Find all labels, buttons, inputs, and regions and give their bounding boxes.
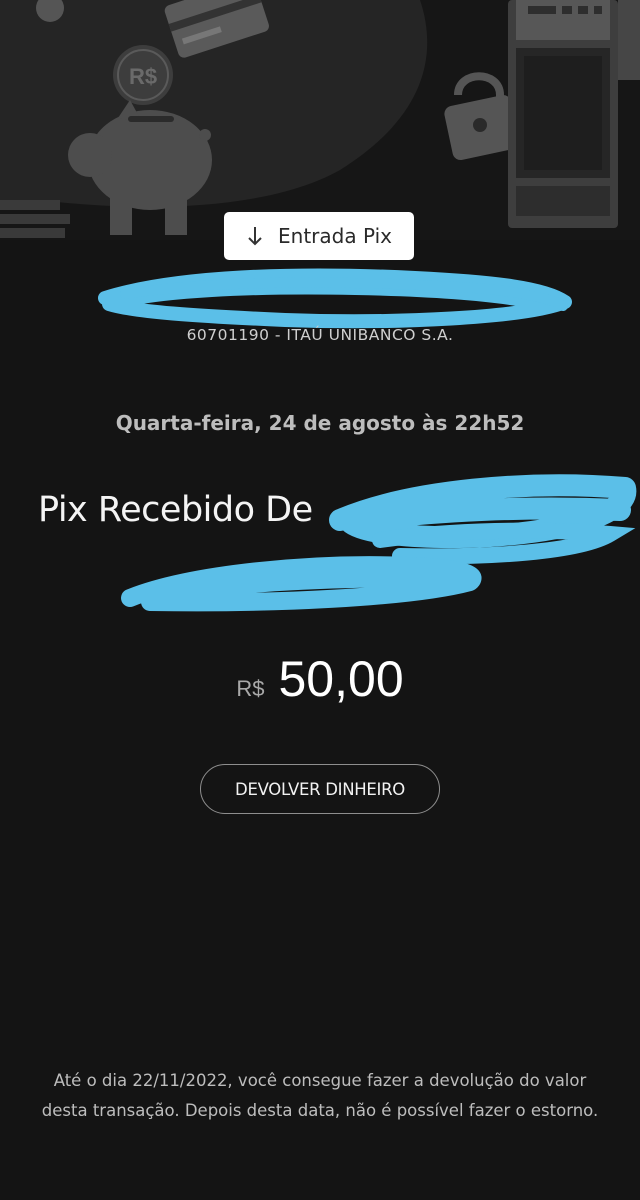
redaction-scribble xyxy=(121,474,637,612)
transaction-amount: R$ 50,00 xyxy=(0,650,640,708)
redaction-scribble xyxy=(98,268,572,329)
transaction-date: Quarta-feira, 24 de agosto às 22h52 xyxy=(115,411,525,435)
arrow-down-icon xyxy=(246,225,264,247)
coin-icon: R$ xyxy=(113,45,173,105)
return-money-button[interactable]: DEVOLVER DINHEIRO xyxy=(200,764,440,814)
currency-symbol: R$ xyxy=(236,676,265,701)
entrada-pix-badge: Entrada Pix xyxy=(224,212,414,260)
entrada-pix-label: Entrada Pix xyxy=(278,224,392,248)
svg-text:R$: R$ xyxy=(129,64,157,89)
header-illustration: R$ xyxy=(0,0,640,240)
refund-deadline-note: Até o dia 22/11/2022, você consegue faze… xyxy=(41,1071,599,1120)
bank-info: 60701190 - ITAÚ UNIBANCO S.A. xyxy=(186,326,454,344)
amount-value: 50,00 xyxy=(278,651,404,707)
